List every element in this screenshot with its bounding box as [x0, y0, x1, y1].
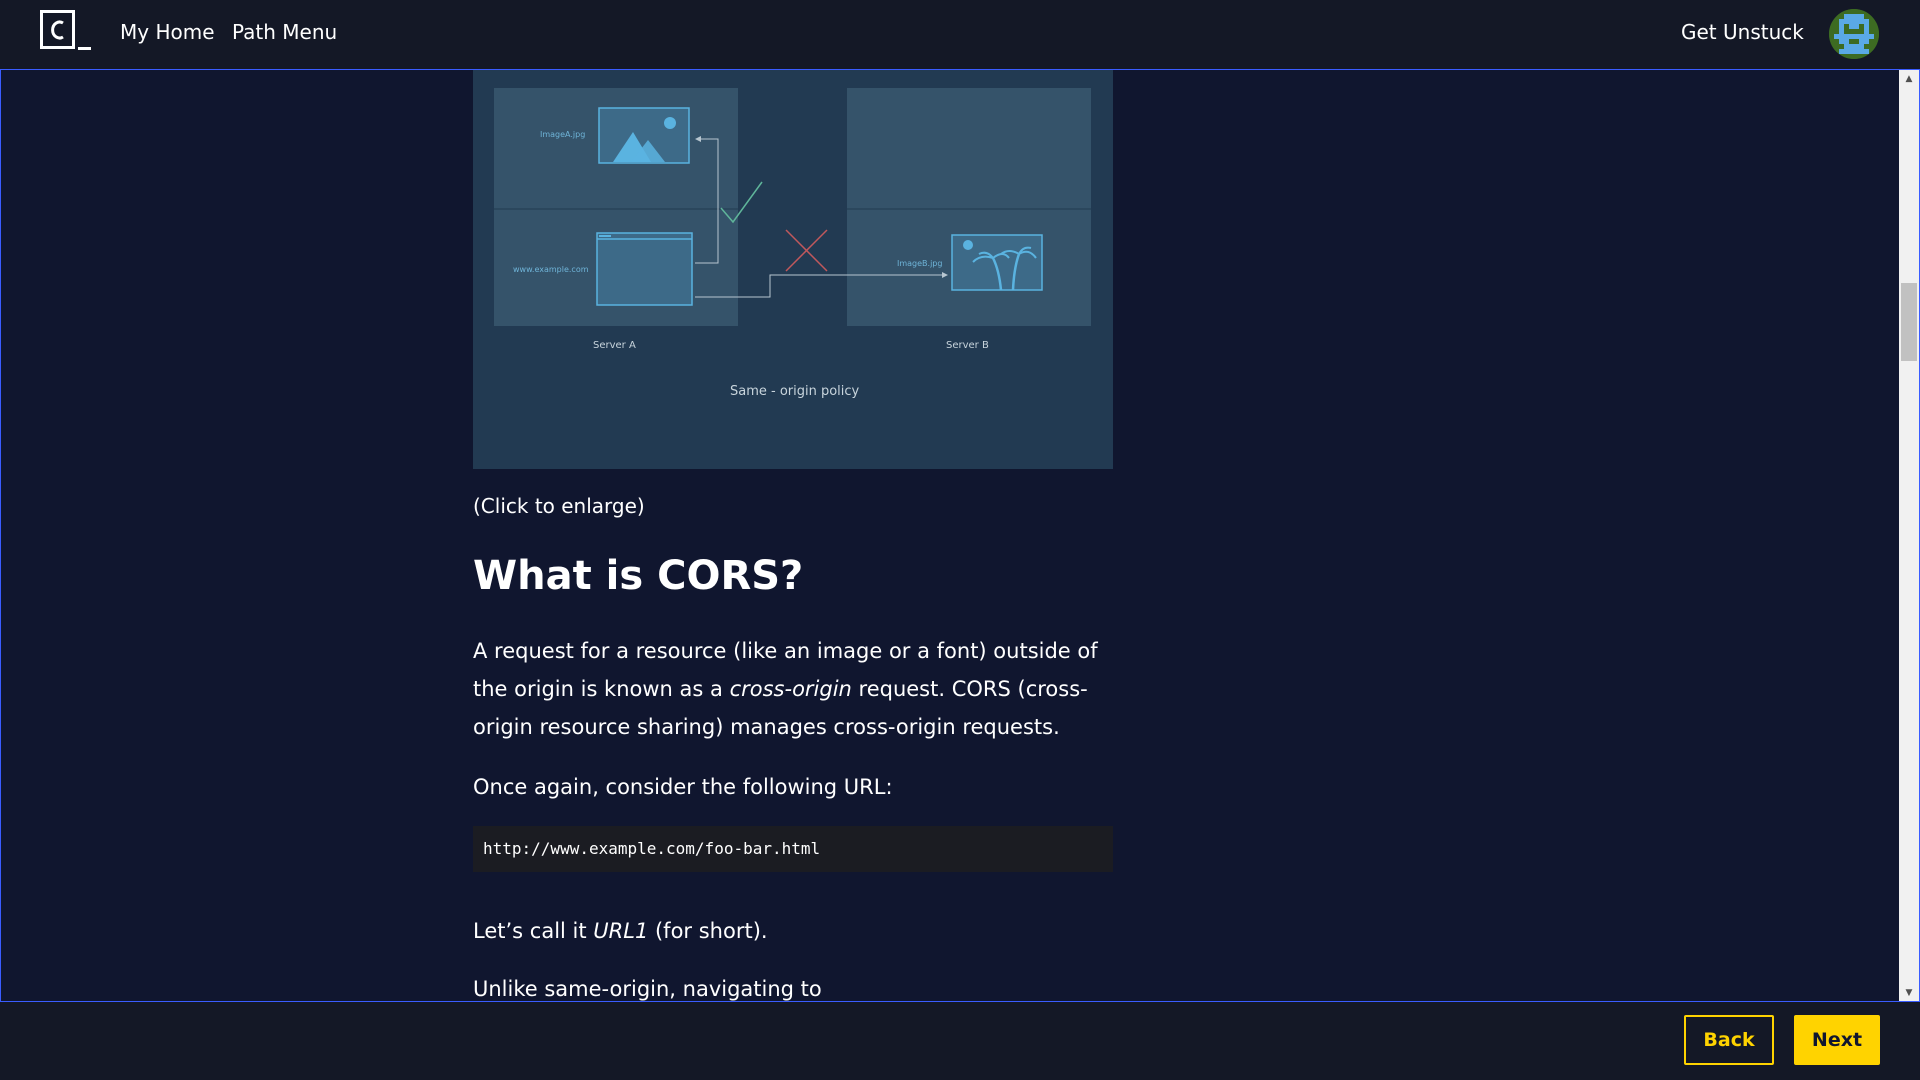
diagram-caption: Same - origin policy — [730, 384, 860, 399]
site-url-label: www.example.com — [513, 265, 589, 274]
paragraph-unlike-same-origin: Unlike same-origin, navigating to — [473, 977, 822, 1001]
paragraph-cors-definition: A request for a resource (like an image … — [473, 632, 1113, 746]
bottom-navigation-bar: Back Next — [0, 1002, 1920, 1080]
section-heading: What is CORS? — [473, 553, 804, 599]
avatar[interactable] — [1829, 9, 1879, 59]
click-to-enlarge-note: (Click to enlarge) — [473, 494, 645, 518]
server-b-label: Server B — [946, 340, 989, 351]
code-block-url[interactable]: http://www.example.com/foo-bar.html — [473, 826, 1113, 872]
para3-text-a: Let’s call it — [473, 919, 594, 943]
same-origin-policy-diagram[interactable]: ImageA.jpg www.example.com ImageB.jpg Se… — [473, 70, 1113, 469]
paragraph-consider-url: Once again, consider the following URL: — [473, 775, 893, 799]
next-button[interactable]: Next — [1794, 1015, 1880, 1065]
image-a-filename: ImageA.jpg — [540, 130, 585, 139]
back-button[interactable]: Back — [1684, 1015, 1774, 1065]
get-unstuck-link[interactable]: Get Unstuck — [1681, 20, 1804, 44]
image-a-mountain-icon — [598, 107, 690, 164]
image-b-filename: ImageB.jpg — [897, 259, 942, 268]
vertical-scrollbar[interactable]: ▲ ▼ — [1899, 70, 1919, 1001]
top-navigation-bar: My Home Path Menu Get Unstuck — [0, 0, 1920, 69]
para1-emphasis: cross-origin — [729, 677, 852, 701]
nav-my-home[interactable]: My Home — [120, 20, 215, 44]
image-b-palm-icon — [951, 234, 1043, 291]
blocked-cross-icon — [785, 229, 828, 272]
server-a-label: Server A — [593, 340, 636, 351]
para3-text-b: (for short). — [648, 919, 768, 943]
codecademy-logo-icon[interactable] — [40, 10, 92, 52]
paragraph-url1: Let’s call it URL1 (for short). — [473, 912, 1113, 950]
scroll-up-arrow-icon[interactable]: ▲ — [1899, 70, 1919, 87]
browser-window-icon — [596, 232, 693, 306]
scroll-down-arrow-icon[interactable]: ▼ — [1899, 984, 1919, 1001]
scrollbar-thumb[interactable] — [1901, 283, 1917, 361]
nav-path-menu[interactable]: Path Menu — [232, 20, 337, 44]
para3-emphasis: URL1 — [593, 919, 649, 943]
lesson-content-frame[interactable]: ImageA.jpg www.example.com ImageB.jpg Se… — [0, 69, 1920, 1002]
